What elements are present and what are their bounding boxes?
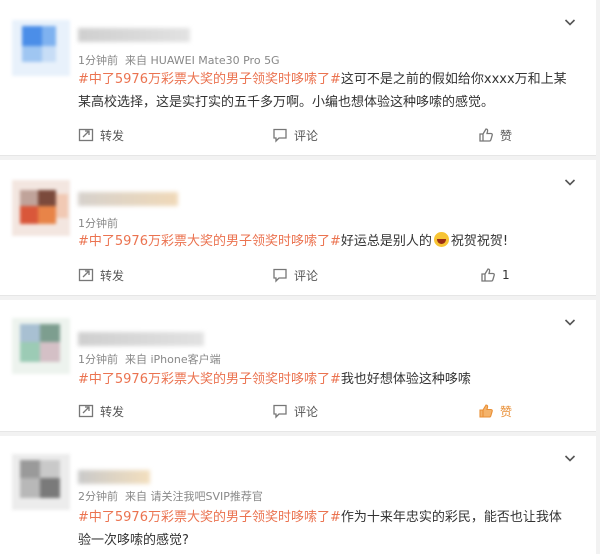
laughing-face-emoji — [433, 232, 449, 247]
chevron-down-icon[interactable] — [564, 316, 576, 328]
comment-button[interactable]: 评论 — [272, 264, 318, 286]
thumbs-up-icon — [479, 128, 493, 142]
comment-time: 2分钟前 — [78, 490, 118, 503]
repost-label: 转发 — [100, 128, 125, 143]
comment-time: 1分钟前 — [78, 54, 118, 67]
action-bar: 转发 评论 1 — [78, 264, 578, 286]
comment-text: #中了5976万彩票大奖的男子领奖时哆嗦了#作为十来年忠实的彩民，能否也让我体验… — [78, 506, 574, 552]
comment-text: #中了5976万彩票大奖的男子领奖时哆嗦了#好运总是别人的 祝贺祝贺! — [78, 230, 574, 253]
comment-label: 评论 — [294, 128, 319, 143]
comment-meta: 1分钟前 来自 HUAWEI Mate30 Pro 5G — [78, 52, 280, 68]
comment-source: 来自 HUAWEI Mate30 Pro 5G — [125, 54, 280, 67]
thumbs-up-icon — [481, 268, 495, 282]
chevron-down-icon[interactable] — [564, 16, 576, 28]
avatar[interactable] — [12, 454, 70, 510]
repost-icon — [78, 128, 94, 142]
comment-source: 来自 请关注我吧SVIP推荐官 — [125, 490, 263, 503]
repost-icon — [78, 404, 94, 418]
comment-label: 评论 — [294, 268, 319, 283]
thumbs-up-icon — [479, 404, 493, 418]
username-blurred[interactable] — [78, 192, 178, 206]
comment-label: 评论 — [294, 404, 319, 419]
comment-body-after: 祝贺祝贺! — [450, 234, 509, 249]
comment-source: 来自 iPhone客户端 — [125, 353, 221, 366]
comment-card: 1分钟前 来自 HUAWEI Mate30 Pro 5G #中了5976万彩票大… — [0, 0, 596, 156]
comment-text: #中了5976万彩票大奖的男子领奖时哆嗦了#我也好想体验这种哆嗦 — [78, 368, 574, 391]
action-bar: 转发 评论 赞 — [78, 400, 578, 422]
chevron-down-icon[interactable] — [564, 452, 576, 464]
username-blurred[interactable] — [78, 332, 204, 346]
like-count: 1 — [502, 268, 510, 282]
like-button[interactable]: 1 — [480, 264, 510, 286]
comment-text: #中了5976万彩票大奖的男子领奖时哆嗦了#这可不是之前的假如给你xxxx万和上… — [78, 68, 574, 114]
avatar[interactable] — [12, 318, 70, 374]
username-blurred[interactable] — [78, 28, 190, 42]
comment-meta: 1分钟前 来自 iPhone客户端 — [78, 351, 221, 367]
comment-card: 1分钟前 #中了5976万彩票大奖的男子领奖时哆嗦了#好运总是别人的 祝贺祝贺! … — [0, 160, 596, 296]
comment-body: 我也好想体验这种哆嗦 — [340, 372, 471, 387]
repost-label: 转发 — [100, 404, 125, 419]
comment-time: 1分钟前 — [78, 217, 118, 230]
comment-meta: 1分钟前 — [78, 215, 118, 231]
topic-link[interactable]: #中了5976万彩票大奖的男子领奖时哆嗦了# — [78, 234, 341, 249]
like-label: 赞 — [500, 404, 513, 419]
action-bar: 转发 评论 赞 — [78, 124, 578, 146]
comment-card: 2分钟前 来自 请关注我吧SVIP推荐官 #中了5976万彩票大奖的男子领奖时哆… — [0, 436, 596, 554]
avatar[interactable] — [12, 20, 70, 76]
avatar[interactable] — [12, 180, 70, 236]
repost-button[interactable]: 转发 — [78, 264, 124, 286]
repost-icon — [78, 268, 94, 282]
topic-link[interactable]: #中了5976万彩票大奖的男子领奖时哆嗦了# — [78, 72, 341, 87]
comment-body: 好运总是别人的 — [340, 234, 432, 249]
comment-button[interactable]: 评论 — [272, 400, 318, 422]
comment-icon — [273, 404, 287, 419]
like-button[interactable]: 赞 — [478, 124, 512, 146]
comment-icon — [273, 128, 287, 143]
comment-icon — [273, 268, 287, 283]
repost-label: 转发 — [100, 268, 125, 283]
comment-time: 1分钟前 — [78, 353, 118, 366]
repost-button[interactable]: 转发 — [78, 124, 124, 146]
topic-link[interactable]: #中了5976万彩票大奖的男子领奖时哆嗦了# — [78, 372, 341, 387]
comment-button[interactable]: 评论 — [272, 124, 318, 146]
like-label: 赞 — [500, 128, 513, 143]
like-button-active[interactable]: 赞 — [478, 400, 512, 422]
chevron-down-icon[interactable] — [564, 176, 576, 188]
topic-link[interactable]: #中了5976万彩票大奖的男子领奖时哆嗦了# — [78, 510, 341, 525]
comment-card: 1分钟前 来自 iPhone客户端 #中了5976万彩票大奖的男子领奖时哆嗦了#… — [0, 300, 596, 432]
username-blurred[interactable] — [78, 470, 150, 484]
comment-meta: 2分钟前 来自 请关注我吧SVIP推荐官 — [78, 488, 263, 504]
repost-button[interactable]: 转发 — [78, 400, 124, 422]
